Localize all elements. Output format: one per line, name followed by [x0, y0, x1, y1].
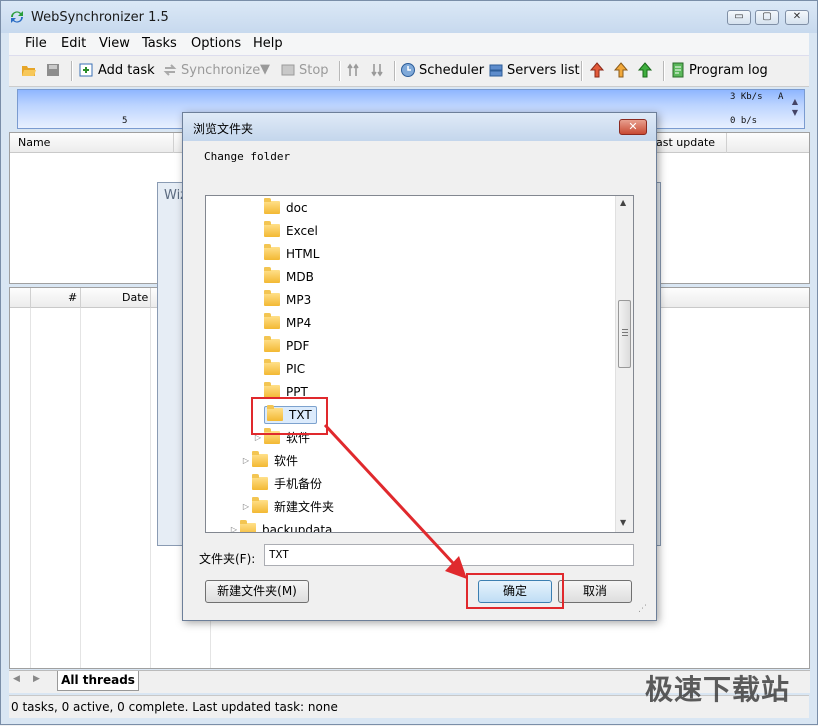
annotation-arrow-icon: [323, 423, 467, 579]
main-window: WebSynchronizer 1.5 ▭ ▢ ✕ File Edit View…: [0, 0, 818, 725]
